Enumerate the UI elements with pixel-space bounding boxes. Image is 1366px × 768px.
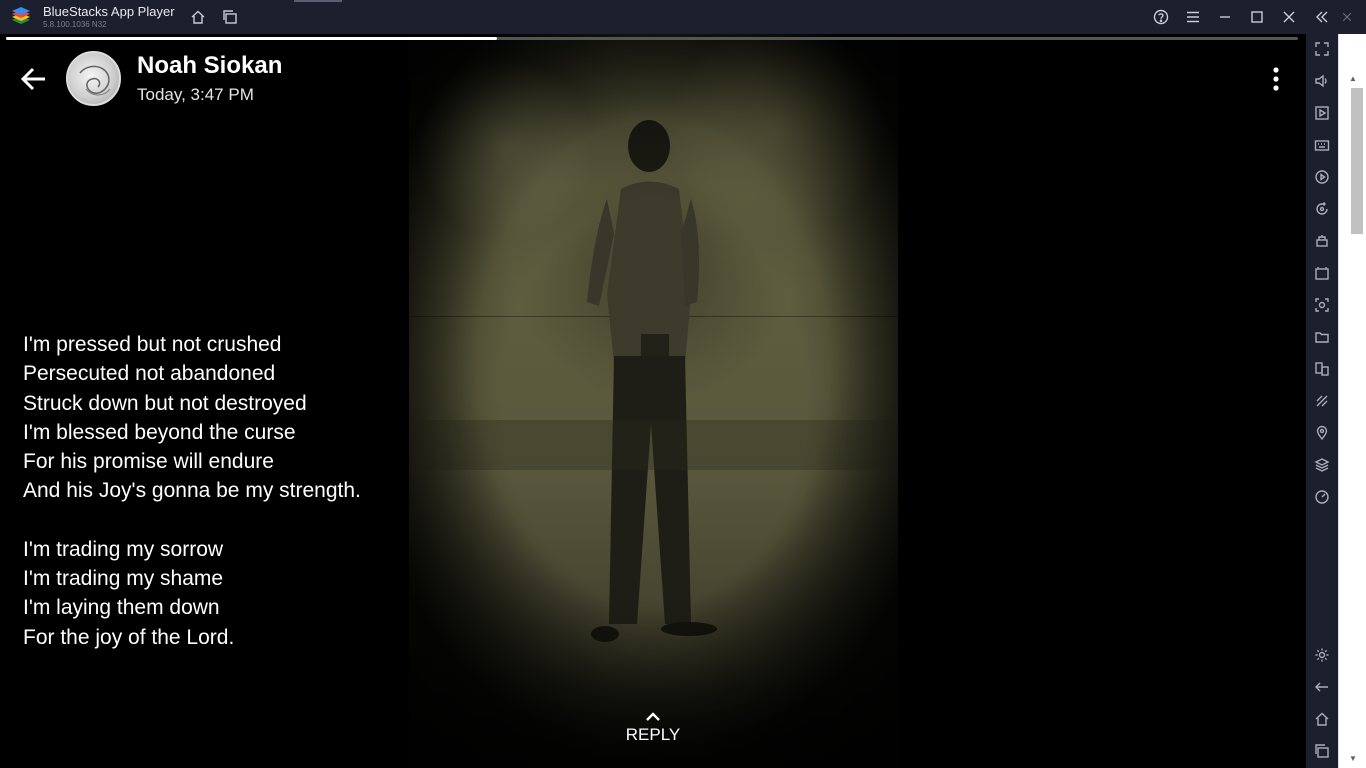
- status-viewer[interactable]: Noah Siokan Today, 3:47 PM I'm pressed b…: [1, 34, 1306, 768]
- caption-line: I'm trading my shame: [23, 567, 224, 591]
- status-caption: I'm pressed but not crushed Persecuted n…: [23, 330, 361, 652]
- tab-indicator: [294, 0, 342, 2]
- volume-icon[interactable]: [1313, 72, 1331, 90]
- caption-line: For his promise will endure: [23, 450, 274, 474]
- folder-icon[interactable]: [1313, 328, 1331, 346]
- story-progress-fill: [6, 37, 497, 40]
- caption-line: I'm pressed but not crushed: [23, 333, 282, 356]
- collapse-sidebar-icon[interactable]: [1313, 8, 1331, 26]
- scrollbar-thumb[interactable]: [1351, 88, 1363, 234]
- media-icon[interactable]: [1313, 104, 1331, 122]
- status-timestamp: Today, 3:47 PM: [137, 85, 254, 104]
- fullscreen-icon[interactable]: [1313, 40, 1331, 58]
- caption-line: For the joy of the Lord.: [23, 625, 235, 649]
- caption-stanza: I'm trading my sorrow I'm trading my sha…: [23, 535, 361, 652]
- emulator-sidebar: [1306, 34, 1338, 768]
- caption-line: I'm trading my sorrow: [23, 537, 224, 561]
- back-button[interactable]: [17, 62, 51, 96]
- home-icon[interactable]: [1313, 710, 1331, 728]
- bluestacks-logo-icon: [12, 7, 30, 24]
- more-options-button[interactable]: [1264, 64, 1288, 94]
- keyboard-icon[interactable]: [1313, 136, 1331, 154]
- settings-icon[interactable]: [1313, 646, 1331, 664]
- maximize-icon[interactable]: [1248, 8, 1266, 26]
- layers-icon[interactable]: [1313, 456, 1331, 474]
- caption-stanza: I'm pressed but not crushed Persecuted n…: [23, 330, 361, 506]
- screenshot-icon[interactable]: [1313, 296, 1331, 314]
- avatar[interactable]: [66, 51, 121, 106]
- caption-line: Struck down but not destroyed: [23, 391, 307, 415]
- close-icon[interactable]: [1280, 8, 1298, 26]
- rotate-icon[interactable]: [1313, 200, 1331, 218]
- minimize-icon[interactable]: [1216, 8, 1234, 26]
- scroll-down-icon[interactable]: ▼: [1349, 754, 1357, 763]
- arrow-left-icon: [20, 67, 45, 91]
- home-icon[interactable]: [189, 8, 207, 26]
- sender-name: Noah Siokan: [137, 52, 283, 79]
- reply-button[interactable]: REPLY: [601, 710, 705, 745]
- game-controls-icon[interactable]: [1313, 232, 1331, 250]
- avatar-image-icon: [79, 65, 111, 96]
- apk-icon[interactable]: [1313, 264, 1331, 282]
- app-version: 5.8.100.1036 N32: [43, 20, 107, 29]
- help-icon[interactable]: [1152, 8, 1170, 26]
- multi-instance-icon[interactable]: [221, 8, 239, 26]
- photo-vignette: [409, 34, 898, 768]
- title-bar: BlueStacks App Player 5.8.100.1036 N32: [0, 0, 1366, 34]
- status-photo: [409, 34, 898, 768]
- menu-icon[interactable]: [1184, 8, 1202, 26]
- close-sidebar-icon[interactable]: [1338, 8, 1356, 26]
- back-icon[interactable]: [1313, 678, 1331, 696]
- app-name: BlueStacks App Player: [43, 4, 175, 19]
- chevron-up-icon: [646, 712, 660, 721]
- caption-line: And his Joy's gonna be my strength.: [23, 479, 361, 503]
- scroll-up-icon[interactable]: ▲: [1349, 74, 1357, 83]
- eco-mode-icon[interactable]: [1313, 392, 1331, 410]
- more-vert-icon: [1273, 67, 1279, 91]
- multi-instance-manager-icon[interactable]: [1313, 360, 1331, 378]
- macro-icon[interactable]: [1313, 168, 1331, 186]
- location-icon[interactable]: [1313, 424, 1331, 442]
- caption-line: I'm blessed beyond the curse: [23, 420, 296, 444]
- reply-label: REPLY: [625, 725, 681, 744]
- performance-icon[interactable]: [1313, 488, 1331, 506]
- caption-line: I'm laying them down: [23, 596, 220, 620]
- story-progress-track: [6, 37, 1298, 40]
- caption-line: Persecuted not abandoned: [23, 362, 276, 386]
- recents-icon[interactable]: [1313, 742, 1331, 760]
